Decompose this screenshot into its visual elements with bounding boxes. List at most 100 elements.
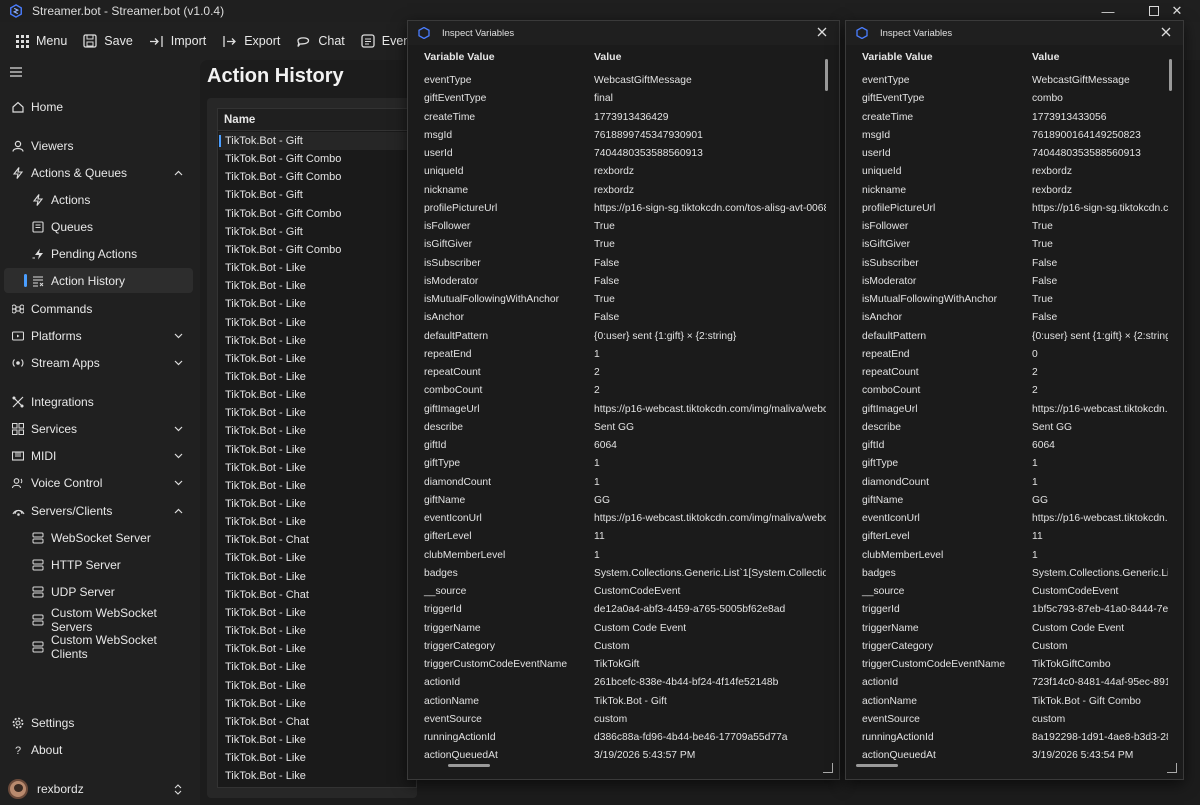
variable-name: giftName bbox=[862, 494, 904, 506]
column-header-value[interactable]: Value bbox=[1032, 51, 1059, 63]
close-icon[interactable] bbox=[1159, 25, 1173, 39]
table-row[interactable]: TikTok.Bot - Like bbox=[219, 677, 417, 695]
import-button[interactable]: Import bbox=[141, 26, 214, 56]
table-row[interactable]: TikTok.Bot - Like bbox=[219, 640, 417, 658]
inspect-variable-list[interactable]: eventType WebcastGiftMessage giftEventType… bbox=[408, 69, 826, 763]
table-row[interactable]: TikTok.Bot - Like bbox=[219, 622, 417, 640]
action-history-table[interactable]: Name TikTok.Bot - Gift TikTok.Bot - Gift … bbox=[217, 108, 417, 788]
sidebar-item-label: Servers/Clients bbox=[31, 503, 113, 518]
table-row[interactable]: TikTok.Bot - Gift bbox=[219, 186, 417, 204]
table-row[interactable]: TikTok.Bot - Gift Combo bbox=[219, 168, 417, 186]
sidebar-item-actions-queues[interactable]: Actions & Queues bbox=[4, 160, 193, 185]
sidebar-item-home[interactable]: Home bbox=[4, 94, 193, 119]
inspect-variable-list[interactable]: eventType WebcastGiftMessage giftEventType… bbox=[846, 69, 1168, 763]
table-row[interactable]: TikTok.Bot - Like bbox=[219, 295, 417, 313]
column-header-variable[interactable]: Variable Value bbox=[862, 51, 933, 63]
sidebar-item-pending-actions[interactable]: Pending Actions bbox=[4, 241, 193, 266]
table-row[interactable]: TikTok.Bot - Like bbox=[219, 459, 417, 477]
table-row[interactable]: TikTok.Bot - Like bbox=[219, 767, 417, 785]
table-row[interactable]: TikTok.Bot - Chat bbox=[219, 531, 417, 549]
table-row[interactable]: TikTok.Bot - Chat bbox=[219, 586, 417, 604]
table-row[interactable]: TikTok.Bot - Like bbox=[219, 749, 417, 767]
table-row[interactable]: TikTok.Bot - Like bbox=[219, 314, 417, 332]
sidebar-item-integrations[interactable]: Integrations bbox=[4, 389, 193, 414]
sidebar-item-custom-websocket-clients[interactable]: Custom WebSocket Clients bbox=[4, 633, 193, 661]
column-header-name[interactable]: Name bbox=[218, 109, 416, 131]
close-window-button[interactable]: ✕ bbox=[1154, 0, 1200, 22]
user-profile[interactable]: rexbordz bbox=[8, 778, 194, 800]
table-row[interactable]: TikTok.Bot - Like bbox=[219, 350, 417, 368]
sidebar-item-services[interactable]: Services bbox=[4, 416, 193, 441]
table-row[interactable]: TikTok.Bot - Like bbox=[219, 477, 417, 495]
variable-name: describe bbox=[424, 421, 463, 433]
sidebar-item-voice-control[interactable]: Voice Control bbox=[4, 470, 193, 495]
vertical-scrollbar[interactable] bbox=[825, 59, 828, 91]
chevron-down-icon bbox=[174, 360, 183, 365]
hamburger-icon[interactable] bbox=[10, 67, 22, 77]
sidebar-item-label: Viewers bbox=[31, 138, 74, 153]
sidebar-item-http-server[interactable]: HTTP Server bbox=[4, 552, 193, 577]
variable-value: 1 bbox=[1032, 458, 1038, 470]
horizontal-scrollbar[interactable] bbox=[448, 764, 490, 767]
table-row[interactable]: TikTok.Bot - Like bbox=[219, 695, 417, 713]
queue-icon bbox=[32, 220, 44, 233]
save-button[interactable]: Save bbox=[75, 26, 141, 56]
sidebar-item-about[interactable]: ? About bbox=[4, 737, 193, 762]
table-row[interactable]: TikTok.Bot - Like bbox=[219, 549, 417, 567]
menu-button[interactable]: Menu bbox=[8, 26, 75, 56]
sidebar-item-settings[interactable]: Settings bbox=[4, 710, 193, 735]
sidebar-item-servers-clients[interactable]: Servers/Clients bbox=[4, 498, 193, 523]
table-row[interactable]: TikTok.Bot - Like bbox=[219, 731, 417, 749]
minimize-button[interactable]: — bbox=[1085, 0, 1131, 22]
sidebar-item-custom-websocket-servers[interactable]: Custom WebSocket Servers bbox=[4, 606, 193, 634]
export-button[interactable]: Export bbox=[214, 26, 288, 56]
chat-button[interactable]: Chat bbox=[288, 26, 352, 56]
sidebar-item-action-history[interactable]: Action History bbox=[4, 268, 193, 293]
column-header-value[interactable]: Value bbox=[594, 51, 621, 63]
variable-value: {0:user} sent {1:gift} × {2:string} bbox=[1032, 330, 1168, 342]
table-row[interactable]: TikTok.Bot - Like bbox=[219, 404, 417, 422]
table-row[interactable]: TikTok.Bot - Like bbox=[219, 386, 417, 404]
platforms-icon bbox=[12, 330, 24, 341]
table-row[interactable]: TikTok.Bot - Like bbox=[219, 568, 417, 586]
sidebar-item-udp-server[interactable]: UDP Server bbox=[4, 579, 193, 604]
variable-name: describe bbox=[862, 421, 901, 433]
server-icon bbox=[32, 559, 44, 570]
table-row[interactable]: TikTok.Bot - Gift Combo bbox=[219, 241, 417, 259]
table-row[interactable]: TikTok.Bot - Gift Combo bbox=[219, 150, 417, 168]
close-icon[interactable] bbox=[815, 25, 829, 39]
sidebar-item-actions[interactable]: Actions bbox=[4, 187, 193, 212]
variable-value: 3/19/2026 5:43:57 PM bbox=[594, 750, 696, 762]
sidebar-item-midi[interactable]: MIDI bbox=[4, 443, 193, 468]
table-row[interactable]: TikTok.Bot - Gift Combo bbox=[219, 205, 417, 223]
table-row[interactable]: TikTok.Bot - Like bbox=[219, 332, 417, 350]
sidebar-item-websocket-server[interactable]: WebSocket Server bbox=[4, 525, 193, 550]
sidebar-item-viewers[interactable]: Viewers bbox=[4, 133, 193, 158]
table-row[interactable]: TikTok.Bot - Like bbox=[219, 604, 417, 622]
lightning-icon bbox=[32, 193, 44, 206]
sidebar-item-commands[interactable]: Commands bbox=[4, 296, 193, 321]
table-row[interactable]: TikTok.Bot - Like bbox=[219, 441, 417, 459]
table-row[interactable]: TikTok.Bot - Like bbox=[219, 259, 417, 277]
table-row[interactable]: TikTok.Bot - Like bbox=[219, 658, 417, 676]
inspect-window-header: Inspect Variables bbox=[846, 21, 1183, 45]
chevron-up-icon bbox=[174, 508, 183, 513]
table-row[interactable]: TikTok.Bot - Gift bbox=[219, 223, 417, 241]
resize-grip[interactable] bbox=[823, 763, 833, 773]
table-row[interactable]: TikTok.Bot - Like bbox=[219, 422, 417, 440]
table-row[interactable]: TikTok.Bot - Chat bbox=[219, 713, 417, 731]
sidebar-item-platforms[interactable]: Platforms bbox=[4, 323, 193, 348]
table-row[interactable]: TikTok.Bot - Like bbox=[219, 513, 417, 531]
sidebar-item-stream-apps[interactable]: Stream Apps bbox=[4, 350, 193, 375]
column-header-variable[interactable]: Variable Value bbox=[424, 51, 495, 63]
table-row[interactable]: TikTok.Bot - Like bbox=[219, 368, 417, 386]
table-row[interactable]: TikTok.Bot - Gift bbox=[219, 132, 417, 150]
variable-name: actionId bbox=[862, 677, 899, 689]
sidebar-item-queues[interactable]: Queues bbox=[4, 214, 193, 239]
table-row[interactable]: TikTok.Bot - Like bbox=[219, 495, 417, 513]
vertical-scrollbar[interactable] bbox=[1169, 59, 1172, 91]
horizontal-scrollbar[interactable] bbox=[856, 764, 898, 767]
variable-name: triggerName bbox=[424, 622, 481, 634]
resize-grip[interactable] bbox=[1167, 763, 1177, 773]
table-row[interactable]: TikTok.Bot - Like bbox=[219, 277, 417, 295]
